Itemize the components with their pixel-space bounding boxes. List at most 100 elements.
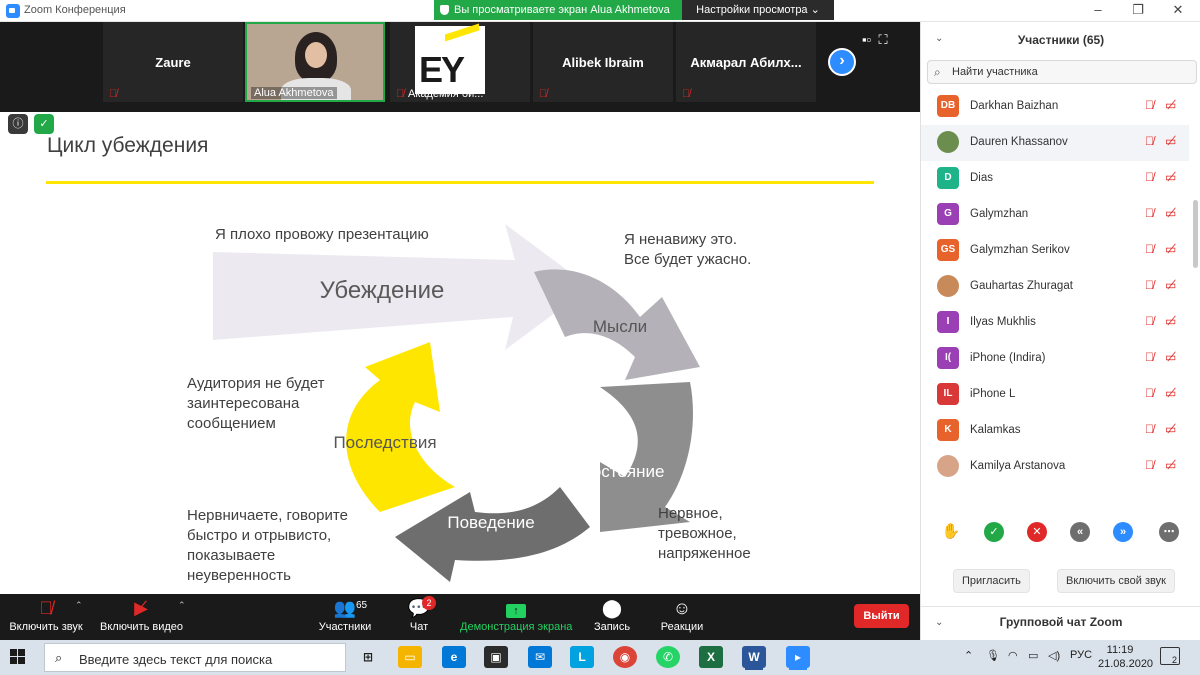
task-view-icon[interactable]: ⊞ — [356, 646, 380, 668]
smiley-icon: ☺ — [672, 598, 692, 618]
note-right-line-1: Я ненавижу это. — [624, 231, 738, 248]
invite-button[interactable]: Пригласить — [953, 569, 1030, 593]
windows-taskbar: ⌕ Введите здесь текст для поиска ⊞ ▭ e ▣… — [0, 640, 1200, 675]
video-options-caret-icon[interactable]: ⌃ — [178, 600, 186, 611]
clock[interactable]: 11:19 21.08.2020 — [1098, 643, 1153, 671]
camera-off-icon: ▭̸ — [1165, 422, 1177, 436]
consequences-arrow — [346, 342, 455, 512]
participant-name: Galymzhan — [970, 208, 1029, 220]
input-language[interactable]: РУС — [1070, 649, 1092, 661]
participant-row[interactable]: Gauhartas Zhuragat 🎙̸ ▭̸ — [921, 269, 1189, 305]
mic-muted-icon: 🎙̸ — [396, 88, 405, 100]
whatsapp-icon[interactable]: ✆ — [656, 646, 680, 668]
chrome-icon[interactable]: ◉ — [613, 646, 637, 668]
volume-icon[interactable]: ◁) — [1048, 649, 1060, 662]
close-button[interactable]: ✕ — [1156, 0, 1200, 22]
mail-icon[interactable]: ✉ — [528, 646, 552, 668]
participant-row[interactable]: Kamilya Arstanova 🎙̸ ▭̸ — [921, 449, 1189, 485]
more-icon[interactable]: ⋯ — [1159, 522, 1179, 542]
nonverbal-feedback-bar: ✋ ✓ ✕ « » ⋯ — [921, 520, 1200, 544]
mic-muted-icon: 🎙̸ — [109, 88, 118, 100]
no-icon[interactable]: ✕ — [1027, 522, 1047, 542]
mic-muted-icon: 🎙̸ — [1145, 314, 1154, 328]
participant-search-input[interactable]: ⌕ Найти участника — [927, 60, 1197, 84]
yes-icon[interactable]: ✓ — [984, 522, 1004, 542]
excel-icon[interactable]: X — [699, 646, 723, 668]
video-tile[interactable]: Акмарал Абилх... 🎙̸ — [676, 22, 816, 102]
camera-off-icon: ▭̸ — [1165, 350, 1177, 364]
zoom-taskbar-icon[interactable]: ▸ — [786, 646, 810, 668]
view-mode-icons[interactable]: ▪▫ ⛶ — [862, 32, 888, 48]
battery-icon[interactable]: ▭ — [1028, 649, 1038, 662]
group-chat-title: Групповой чат Zoom — [999, 615, 1123, 629]
participant-name: Darkhan Baizhan — [970, 100, 1059, 112]
avatar — [937, 455, 959, 477]
participant-name: iPhone (Indira) — [970, 352, 1046, 364]
mic-muted-icon: 🎙̸ — [1145, 242, 1154, 256]
wifi-icon[interactable]: ◠ — [1008, 649, 1018, 662]
share-screen-button[interactable]: ↑ Демонстрация экрана — [460, 598, 572, 633]
raise-hand-icon[interactable]: ✋ — [941, 522, 961, 542]
start-video-button[interactable]: ▶̸ Включить видео — [100, 598, 183, 633]
next-page-button[interactable]: › — [828, 48, 856, 76]
mic-muted-icon: 🎙̸ — [1145, 206, 1154, 220]
participant-name: Kalamkas — [970, 424, 1021, 436]
avatar: G — [937, 203, 959, 225]
word-icon[interactable]: W — [742, 646, 766, 668]
participant-name: Alibek Ibraim — [562, 55, 644, 70]
go-slower-icon[interactable]: « — [1070, 522, 1090, 542]
taskbar-search-input[interactable]: ⌕ Введите здесь текст для поиска — [44, 643, 346, 672]
participant-row[interactable]: I(iPhone (Indira) 🎙̸ ▭̸ — [921, 341, 1189, 377]
group-chat-header[interactable]: ⌄ Групповой чат Zoom — [921, 606, 1200, 640]
leave-meeting-button[interactable]: Выйти — [854, 604, 909, 628]
participant-row[interactable]: G Galymzhan 🎙̸ ▭̸ — [921, 197, 1189, 233]
camera-off-icon: ▭̸ — [1165, 206, 1177, 220]
mic-muted-icon: 🎙̸ — [539, 88, 548, 100]
participant-name: Kamilya Arstanova — [970, 460, 1066, 472]
record-button[interactable]: ⬤ Запись — [592, 598, 632, 633]
file-explorer-icon[interactable]: ▭ — [398, 646, 422, 668]
edge-icon[interactable]: e — [442, 646, 466, 668]
video-tile[interactable]: EY 🎙̸ Академия би... — [390, 22, 530, 102]
participant-row[interactable]: D Dias 🎙̸ ▭̸ — [921, 161, 1189, 197]
taskbar-search-placeholder: Введите здесь текст для поиска — [79, 652, 273, 667]
note-bottom-left-line-3: показываете — [187, 547, 276, 564]
avatar: I — [937, 311, 959, 333]
participant-row[interactable]: Dauren Khassanov 🎙̸ ▭̸ — [921, 125, 1189, 161]
participant-name: Dauren Khassanov — [970, 136, 1068, 148]
tray-overflow-icon[interactable]: ⌃ — [964, 649, 973, 662]
avatar: GS — [937, 239, 959, 261]
video-tile-active-speaker[interactable]: Alua Akhmetova — [245, 22, 385, 102]
audio-options-caret-icon[interactable]: ⌃ — [75, 600, 83, 611]
unmute-button[interactable]: 🎙̸ Включить звук — [8, 598, 84, 633]
store-icon[interactable]: ▣ — [484, 646, 508, 668]
go-faster-icon[interactable]: » — [1113, 522, 1133, 542]
participant-name: Galymzhan Serikov — [970, 244, 1070, 256]
unmute-me-button[interactable]: Включить свой звук — [1057, 569, 1175, 593]
participant-row[interactable]: IL iPhone L 🎙̸ ▭̸ — [921, 377, 1189, 413]
notification-center-icon[interactable]: 2 — [1160, 647, 1180, 665]
zoom-window: Zoom Конференция – ❐ ✕ Вы просматриваете… — [0, 0, 1200, 675]
note-left-line-2: заинтересована — [187, 395, 300, 412]
avatar: D — [937, 167, 959, 189]
video-tile[interactable]: Zaure 🎙̸ — [103, 22, 243, 102]
maximize-button[interactable]: ❐ — [1116, 0, 1160, 22]
participant-row[interactable]: DB Darkhan Baizhan 🎙̸ ▭̸ — [921, 89, 1189, 125]
reactions-button[interactable]: ☺ Реакции — [660, 598, 704, 633]
app-l-icon[interactable]: L — [570, 646, 594, 668]
participant-row[interactable]: K Kalamkas 🎙̸ ▭̸ — [921, 413, 1189, 449]
participant-list-scrollbar[interactable] — [1193, 200, 1198, 268]
video-tile[interactable]: Alibek Ibraim 🎙̸ — [533, 22, 673, 102]
participant-row[interactable]: I Ilyas Mukhlis 🎙̸ ▭̸ — [921, 305, 1189, 341]
microphone-icon[interactable]: 🎙 — [986, 649, 1000, 662]
view-options-button[interactable]: Настройки просмотра ⌄ — [682, 0, 834, 20]
participant-video — [281, 32, 351, 100]
minimize-button[interactable]: – — [1076, 0, 1120, 22]
camera-off-icon: ▭̸ — [1165, 278, 1177, 292]
participant-row[interactable]: GS Galymzhan Serikov 🎙̸ ▭̸ — [921, 233, 1189, 269]
zoom-app-icon — [6, 4, 20, 18]
notification-count: 2 — [1171, 655, 1177, 665]
participant-name: Акмарал Абилх... — [690, 55, 802, 70]
note-bottom-left-line-4: неуверенность — [187, 567, 291, 584]
participant-list: DB Darkhan Baizhan 🎙̸ ▭̸ Dauren Khassanov 🎙̸ ▭… — [921, 89, 1189, 485]
